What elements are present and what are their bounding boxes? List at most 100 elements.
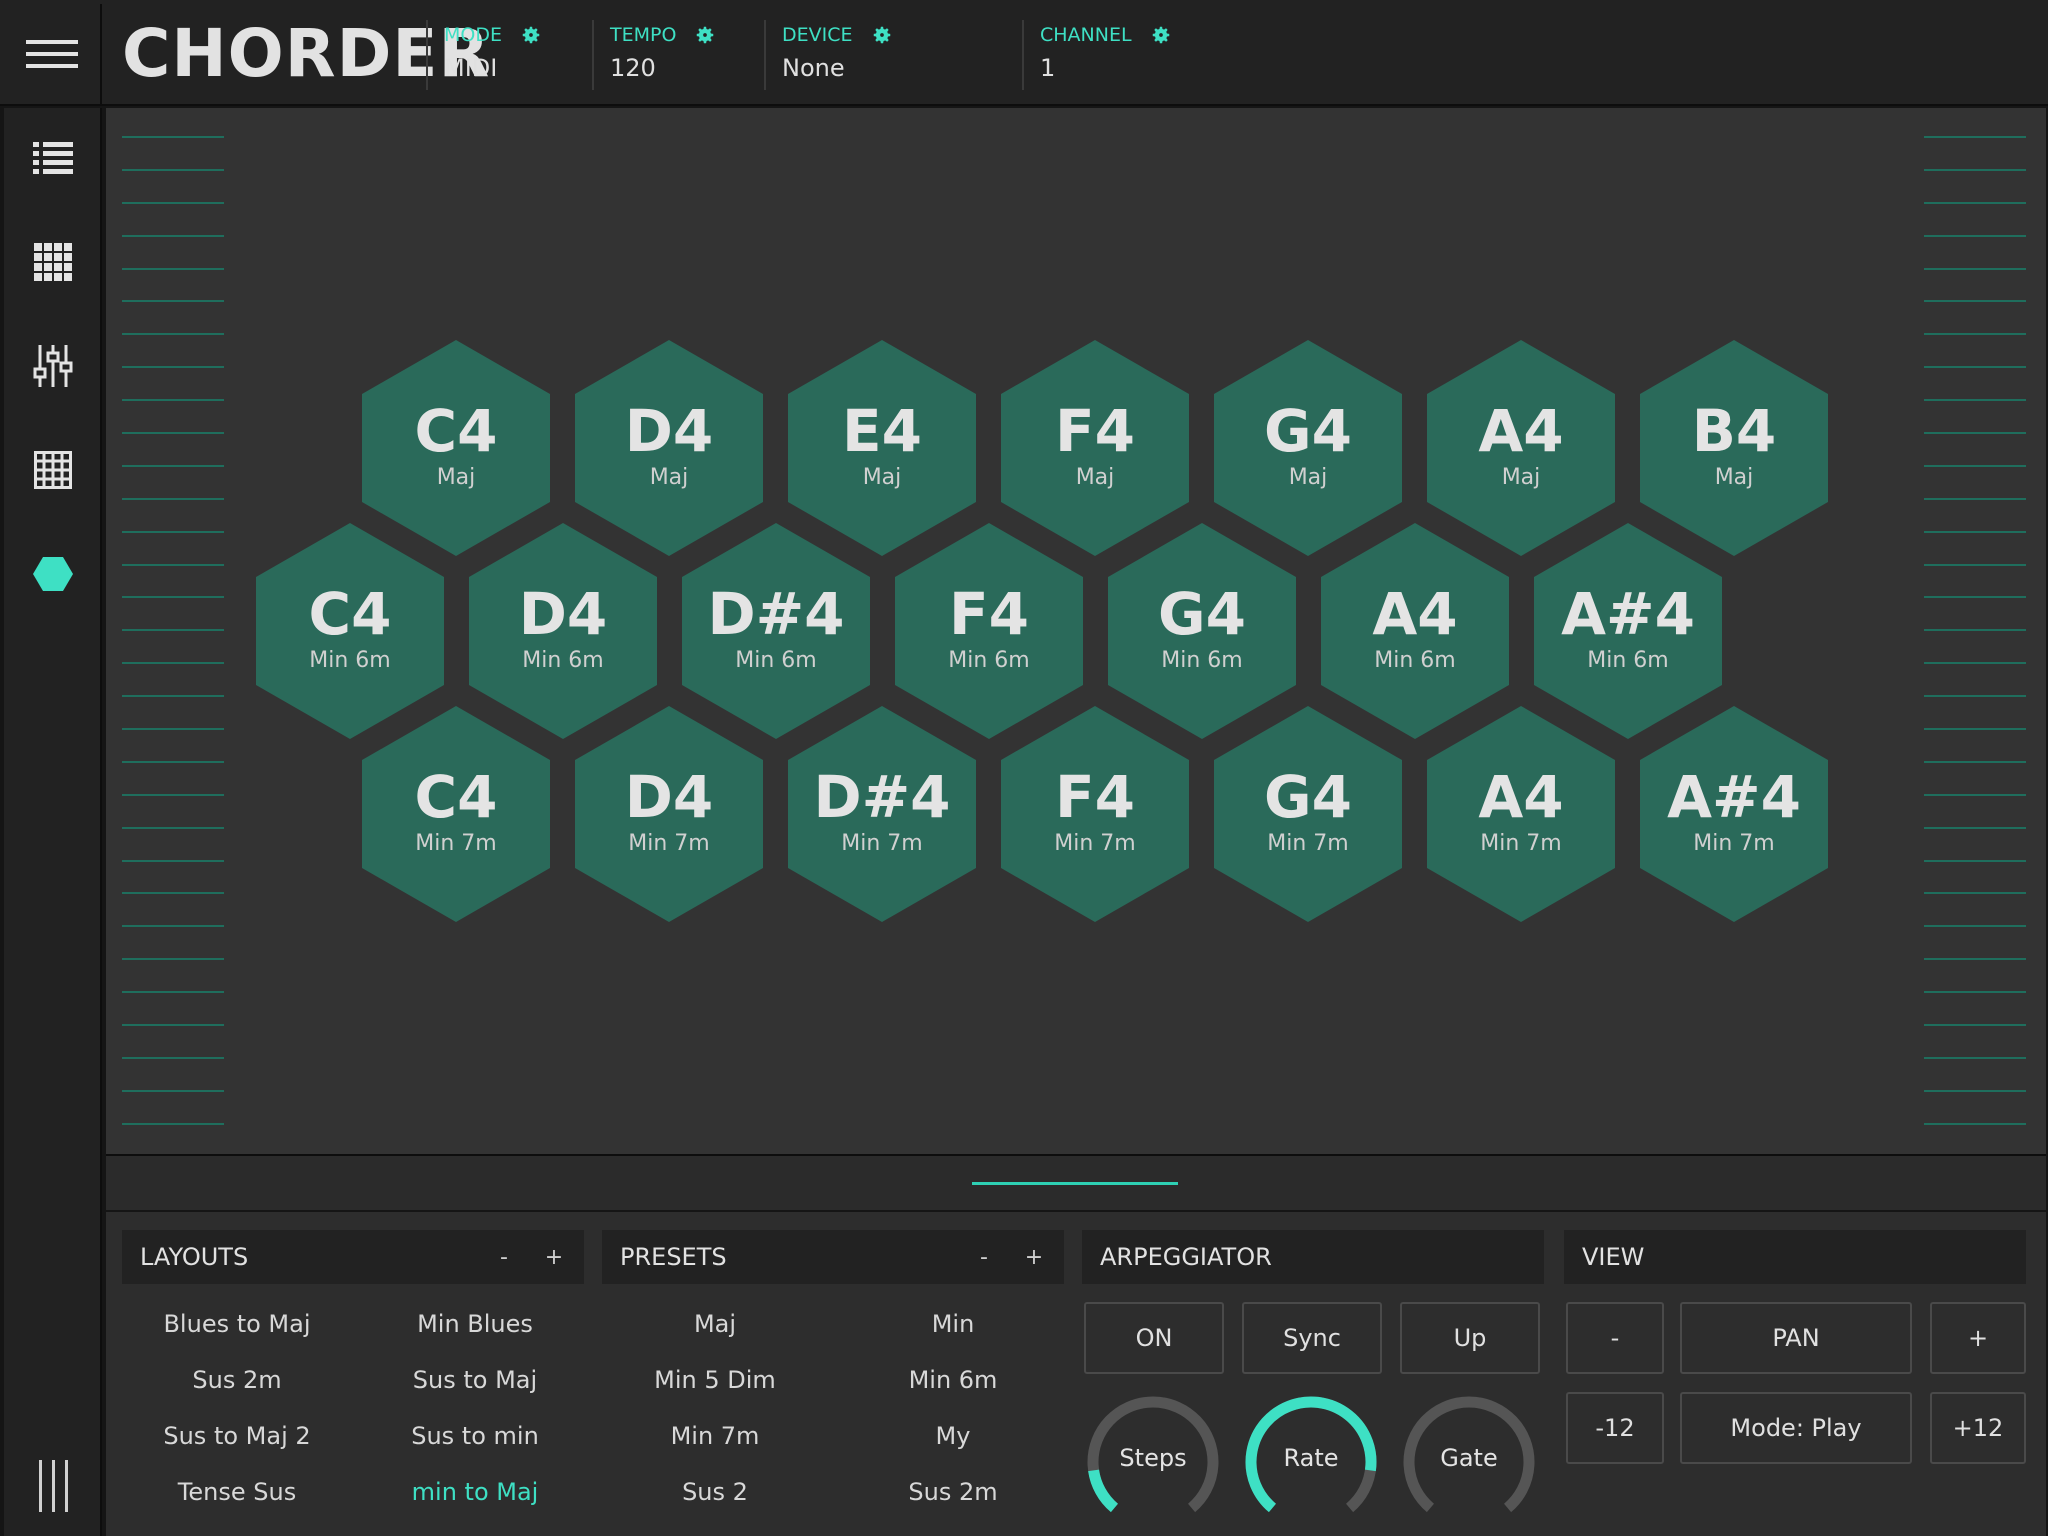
chord-pad-quality: Maj [1714,465,1754,490]
chord-pad-quality: Min 6m [1587,648,1669,673]
octave-down-button[interactable]: -12 [1566,1392,1664,1464]
arp-sync-button[interactable]: Sync [1242,1302,1382,1374]
sidebar [4,108,102,1536]
tempo-section[interactable]: TEMPO 120 [592,20,716,90]
zoom-out-button[interactable]: - [1566,1302,1664,1374]
layouts-plus-button[interactable]: + [534,1230,574,1284]
tempo-gear-icon[interactable] [694,24,716,46]
device-gear-icon[interactable] [871,24,893,46]
chord-pad-quality: Min 6m [522,648,604,673]
chord-pad-quality: Maj [1075,465,1115,490]
presets-list-item[interactable]: Min 7m [600,1416,830,1456]
layouts-list-item[interactable]: Sus 2m [122,1360,352,1400]
chord-pad[interactable]: A#4 Min 6m [1534,523,1722,739]
layouts-list-item[interactable]: Tense Sus [122,1472,352,1512]
layouts-list-item[interactable]: Sus to Maj 2 [122,1416,352,1456]
layouts-minus-button[interactable]: - [484,1230,524,1284]
chord-pad-note: D#4 [813,763,951,831]
chord-pad[interactable]: G4 Min 6m [1108,523,1296,739]
presets-list-item[interactable]: My [838,1416,1068,1456]
chord-pad[interactable]: F4 Min 6m [895,523,1083,739]
mode-section[interactable]: MODE MIDI [426,20,542,90]
panel-divider[interactable] [106,1154,2046,1212]
chord-pad-note: B4 [1691,397,1777,465]
chord-pad[interactable]: A#4 Min 7m [1640,706,1828,922]
chord-pad-quality: Min 6m [1161,648,1243,673]
layouts-list-item[interactable]: Min Blues [360,1304,590,1344]
chord-pad[interactable]: D4 Min 6m [469,523,657,739]
chord-pad[interactable]: C4 Maj [362,340,550,556]
chord-pad[interactable]: D4 Min 7m [575,706,763,922]
chord-pad[interactable]: D4 Maj [575,340,763,556]
chord-pad[interactable]: A4 Maj [1427,340,1615,556]
chord-pad-note: A4 [1478,763,1564,831]
chord-pad[interactable]: E4 Maj [788,340,976,556]
chord-pad-note: G4 [1158,580,1246,648]
chord-pad-quality: Min 7m [415,831,497,856]
chord-pad[interactable]: A4 Min 7m [1427,706,1615,922]
presets-list-item[interactable]: Min 5 Dim [600,1360,830,1400]
chord-pad[interactable]: C4 Min 6m [256,523,444,739]
presets-list-item[interactable]: Min [838,1304,1068,1344]
chord-pad[interactable]: A4 Min 6m [1321,523,1509,739]
chord-pad-note: G4 [1264,763,1352,831]
chord-pad-quality: Min 6m [1374,648,1456,673]
layouts-list-item[interactable]: min to Maj [360,1472,590,1512]
chord-pad[interactable]: F4 Min 7m [1001,706,1189,922]
chord-pad-quality: Min 6m [735,648,817,673]
layouts-list-item[interactable]: Sus to Maj [360,1360,590,1400]
chord-pad-note: F4 [949,580,1029,648]
chord-pad-quality: Maj [649,465,689,490]
chord-pad[interactable]: F4 Maj [1001,340,1189,556]
list-icon[interactable] [4,128,102,188]
channel-section[interactable]: CHANNEL 1 [1022,20,1172,90]
presets-list-item[interactable]: Sus 2 [600,1472,830,1512]
presets-list-item[interactable]: Min 6m [838,1360,1068,1400]
presets-list-item[interactable]: Maj [600,1304,830,1344]
chord-pad[interactable]: D#4 Min 6m [682,523,870,739]
device-section[interactable]: DEVICE None [764,20,893,90]
channel-gear-icon[interactable] [1150,24,1172,46]
tempo-value: 120 [610,54,656,82]
chord-pad-quality: Min 7m [628,831,710,856]
table-icon[interactable] [4,440,102,500]
hamburger-menu-icon[interactable] [4,4,102,104]
chord-pad[interactable]: G4 Min 7m [1214,706,1402,922]
pan-button[interactable]: PAN [1680,1302,1912,1374]
rate-knob[interactable]: Rate [1241,1392,1381,1532]
mode-play-button[interactable]: Mode: Play [1680,1392,1912,1464]
layouts-list-item[interactable]: Blues to Maj [122,1304,352,1344]
drag-handle[interactable] [972,1182,1178,1185]
mixer-icon[interactable] [4,336,102,396]
steps-knob[interactable]: Steps [1083,1392,1223,1532]
chord-pad-note: G4 [1264,397,1352,465]
chord-pad-note: A4 [1478,397,1564,465]
chord-pad[interactable]: C4 Min 7m [362,706,550,922]
arp-direction-button[interactable]: Up [1400,1302,1540,1374]
presets-minus-button[interactable]: - [964,1230,1004,1284]
rate-knob-label: Rate [1283,1444,1339,1472]
chord-pad-quality: Maj [1501,465,1541,490]
chord-pad-quality: Min 6m [309,648,391,673]
device-value: None [782,54,845,82]
presets-header: PRESETS - + [602,1230,1064,1284]
mode-gear-icon[interactable] [520,24,542,46]
octave-up-button[interactable]: +12 [1930,1392,2026,1464]
arpeggiator-header: ARPEGGIATOR [1082,1230,1544,1284]
presets-plus-button[interactable]: + [1014,1230,1054,1284]
gate-knob[interactable]: Gate [1399,1392,1539,1532]
chord-pad-grid: C4 Maj D4 Maj E4 Maj F4 Maj G4 Maj A4 Maj B4 Maj C4 Min… [106,108,2046,1154]
chord-pad-quality: Maj [1288,465,1328,490]
chord-pad[interactable]: B4 Maj [1640,340,1828,556]
chord-pad-note: D4 [624,763,714,831]
presets-list-item[interactable]: Sus 2m [838,1472,1068,1512]
chord-pad-quality: Min 7m [1267,831,1349,856]
hexagon-icon[interactable] [4,544,102,604]
layouts-list-item[interactable]: Sus to min [360,1416,590,1456]
chord-pad[interactable]: D#4 Min 7m [788,706,976,922]
grid-icon[interactable] [4,232,102,292]
zoom-in-button[interactable]: + [1930,1302,2026,1374]
arp-on-button[interactable]: ON [1084,1302,1224,1374]
drag-bars-icon[interactable] [4,1460,102,1514]
chord-pad[interactable]: G4 Maj [1214,340,1402,556]
